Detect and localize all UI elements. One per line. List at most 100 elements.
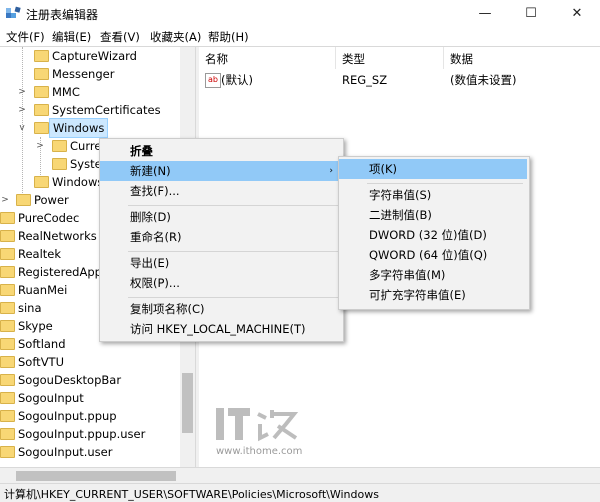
folder-icon	[0, 446, 15, 458]
menu-item-new[interactable]: 新建(N) ›	[100, 161, 341, 181]
submenu-item-qword-value[interactable]: QWORD (64 位)值(Q)	[339, 245, 527, 265]
tree-item-label: Realtek	[18, 247, 62, 261]
folder-icon	[34, 86, 49, 98]
tree-item-label: SogouInput	[18, 391, 84, 405]
menu-edit[interactable]: 编辑(E)	[52, 29, 91, 45]
tree-item-label: SogouInput.user	[18, 445, 113, 459]
menu-item-rename[interactable]: 重命名(R)	[100, 227, 341, 247]
folder-icon	[52, 140, 67, 152]
folder-icon	[34, 176, 49, 188]
tree-item-label: SogouDesktopBar	[18, 373, 122, 387]
tree-item-label: SogouInput.ppup.user	[18, 427, 146, 441]
folder-icon	[0, 230, 15, 242]
tree-item-label: MMC	[52, 85, 80, 99]
tree-item-label: sina	[18, 301, 42, 315]
menu-view[interactable]: 查看(V)	[100, 29, 140, 45]
folder-icon	[34, 104, 49, 116]
submenu-item-expandable-string-value[interactable]: 可扩充字符串值(E)	[339, 285, 527, 305]
value-type: REG_SZ	[342, 73, 388, 87]
menu-help[interactable]: 帮助(H)	[208, 29, 249, 45]
folder-icon	[0, 266, 15, 278]
menu-bar: 文件(F) 编辑(E) 查看(V) 收藏夹(A) 帮助(H)	[0, 27, 600, 46]
status-bar: 计算机\HKEY_CURRENT_USER\SOFTWARE\Policies\…	[0, 483, 600, 502]
menu-item-find[interactable]: 查找(F)...	[100, 181, 341, 201]
menu-item-collapse[interactable]: 折叠	[100, 141, 341, 161]
column-header-type[interactable]: 类型	[342, 51, 365, 67]
menu-item-export[interactable]: 导出(E)	[100, 253, 341, 273]
submenu-item-binary-value[interactable]: 二进制值(B)	[339, 205, 527, 225]
menu-file[interactable]: 文件(F)	[6, 29, 45, 45]
submenu-arrow-icon: ›	[329, 166, 333, 176]
minimize-button[interactable]: —	[462, 0, 508, 27]
folder-icon	[0, 284, 15, 296]
value-data: (数值未设置)	[450, 73, 517, 87]
folder-icon	[34, 50, 49, 62]
folder-icon	[0, 302, 15, 314]
tree-item-label: RealNetworks	[18, 229, 97, 243]
folder-icon	[52, 158, 67, 170]
tree-item-label: RuanMei	[18, 283, 68, 297]
folder-icon	[0, 356, 15, 368]
expand-chevron-icon[interactable]: >	[0, 191, 10, 209]
folder-icon	[34, 68, 49, 80]
menu-item-new-label: 新建(N)	[130, 164, 171, 178]
folder-icon	[16, 194, 31, 206]
column-header-name[interactable]: 名称	[205, 51, 228, 67]
expand-chevron-icon[interactable]: >	[35, 137, 45, 155]
menu-item-permissions[interactable]: 权限(P)...	[100, 273, 341, 293]
value-name[interactable]: (默认)	[221, 71, 253, 89]
menu-item-delete[interactable]: 删除(D)	[100, 207, 341, 227]
folder-icon	[0, 248, 15, 260]
submenu-item-string-value[interactable]: 字符串值(S)	[339, 185, 527, 205]
context-menu: 折叠 新建(N) › 查找(F)... 删除(D) 重命名(R) 导出(E) 权…	[99, 138, 344, 342]
menu-separator	[128, 205, 338, 206]
scrollbar-thumb[interactable]	[16, 471, 176, 481]
expand-chevron-icon[interactable]: >	[17, 101, 27, 119]
column-separator[interactable]	[335, 47, 336, 69]
tree-item-label: SogouInput.ppup	[18, 409, 117, 423]
tree-item-label: Windows	[49, 118, 109, 138]
tree-item-label: Skype	[18, 319, 53, 333]
submenu-item-multi-string-value[interactable]: 多字符串值(M)	[339, 265, 527, 285]
tree-item-label: Curre	[70, 139, 102, 153]
regedit-app-icon	[6, 6, 21, 18]
close-button[interactable]: ✕	[554, 0, 600, 27]
menu-item-copy-key-name[interactable]: 复制项名称(C)	[100, 299, 341, 319]
folder-icon	[0, 212, 15, 224]
submenu-item-key[interactable]: 项(K)	[339, 159, 527, 179]
menu-separator	[367, 183, 523, 184]
tree-item-label: Windows	[52, 175, 104, 189]
tree-item-label: Power	[34, 193, 69, 207]
folder-icon	[0, 392, 15, 404]
status-path: 计算机\HKEY_CURRENT_USER\SOFTWARE\Policies\…	[4, 488, 379, 501]
maximize-button[interactable]: ☐	[508, 0, 554, 27]
tree-item-label: SystemCertificates	[52, 103, 161, 117]
expand-chevron-icon[interactable]: >	[17, 83, 27, 101]
tree-item-label: SoftVTU	[18, 355, 64, 369]
ithome-logo-watermark	[216, 408, 299, 442]
folder-icon	[0, 338, 15, 350]
folder-icon	[0, 320, 15, 332]
folder-icon	[0, 410, 15, 422]
folder-icon	[0, 428, 15, 440]
menu-item-goto-hklm[interactable]: 访问 HKEY_LOCAL_MACHINE(T)	[100, 319, 341, 339]
folder-icon	[0, 374, 15, 386]
tree-horizontal-scrollbar[interactable]	[0, 467, 600, 484]
new-submenu: 项(K) 字符串值(S) 二进制值(B) DWORD (32 位)值(D) QW…	[338, 156, 530, 310]
title-bar: 注册表编辑器 — ☐ ✕	[0, 0, 600, 27]
tree-item-label: CaptureWizard	[52, 49, 137, 63]
tree-item-label: Softland	[18, 337, 66, 351]
menu-separator	[128, 251, 338, 252]
column-header-data[interactable]: 数据	[450, 51, 473, 67]
menu-favorites[interactable]: 收藏夹(A)	[150, 29, 201, 45]
submenu-item-dword-value[interactable]: DWORD (32 位)值(D)	[339, 225, 527, 245]
scrollbar-thumb[interactable]	[182, 373, 193, 433]
tree-item-label: Messenger	[52, 67, 115, 81]
folder-open-icon	[34, 122, 49, 134]
column-separator[interactable]	[443, 47, 444, 69]
collapse-chevron-icon[interactable]: v	[17, 119, 27, 137]
window-title: 注册表编辑器	[26, 8, 99, 22]
tree-item-label: RegisteredAppl	[18, 265, 106, 279]
tree-item-label: PureCodec	[18, 211, 80, 225]
watermark-url: www.ithome.com	[216, 446, 303, 457]
